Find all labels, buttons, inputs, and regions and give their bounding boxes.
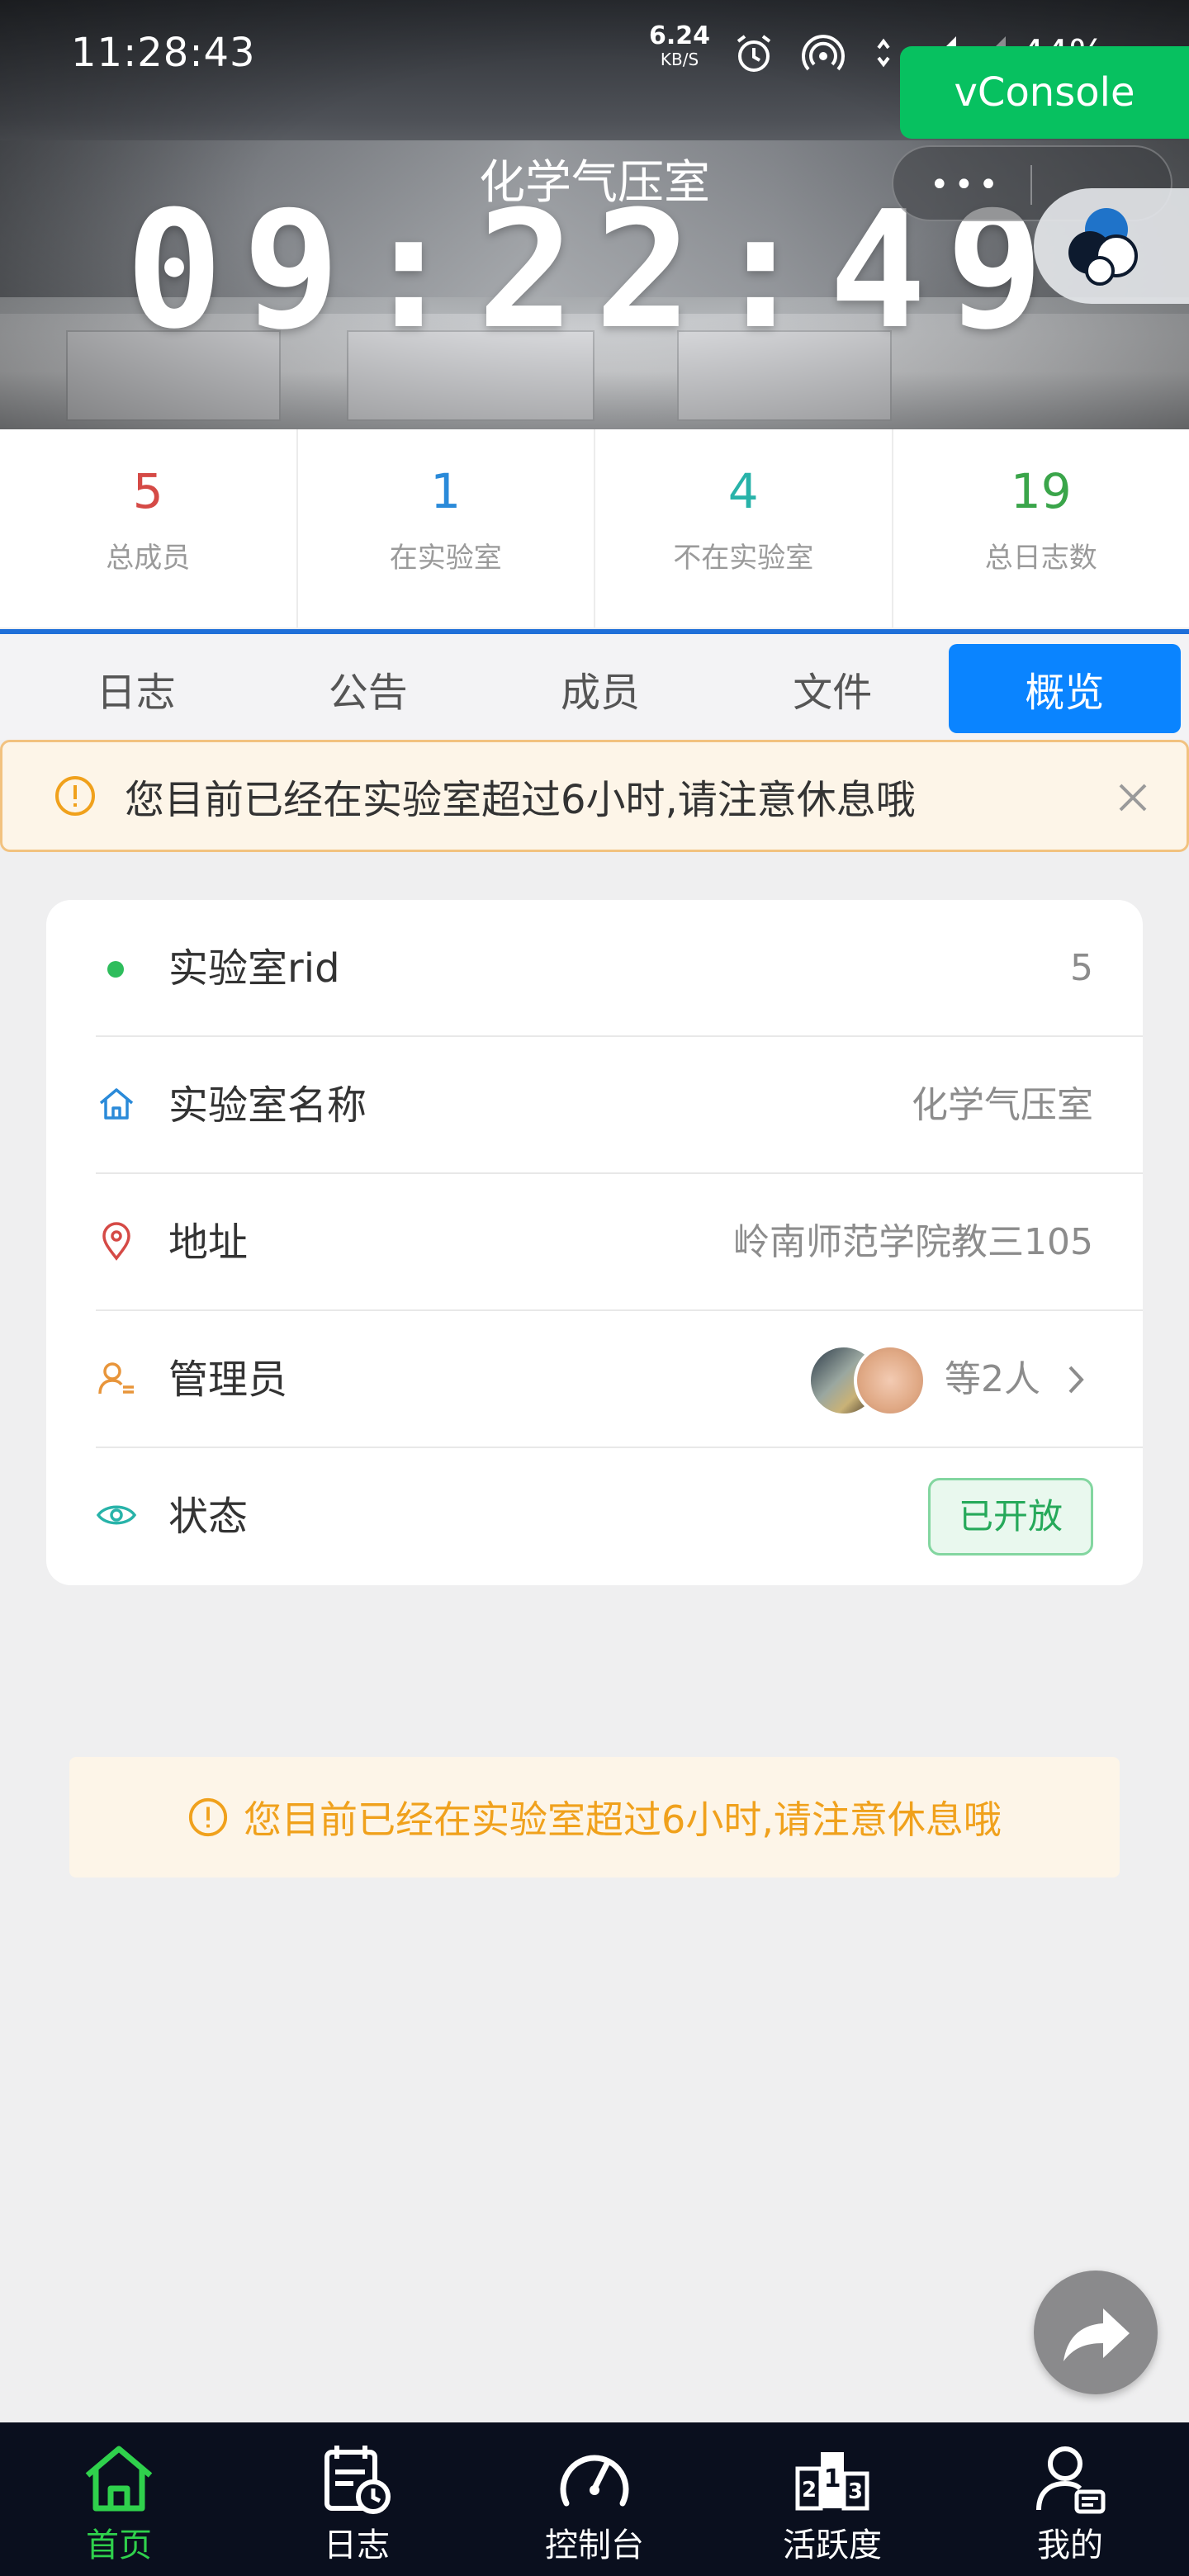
network-speed: 6.24 KB/S (649, 24, 710, 71)
warning-icon (188, 1797, 228, 1837)
tab-overview[interactable]: 概览 (948, 644, 1182, 733)
alarm-icon (737, 35, 771, 72)
nav-label: 控制台 (545, 2526, 644, 2564)
status-dot-icon (107, 961, 124, 978)
info-label: 状态 (168, 1494, 249, 1540)
status-badge: 已开放 (928, 1478, 1093, 1556)
log-calendar-icon (324, 2446, 391, 2514)
stat-not-in-lab[interactable]: 4 不在实验室 (595, 429, 893, 627)
info-label: 实验室名称 (168, 1082, 367, 1129)
warning-icon (55, 776, 95, 816)
inline-notice-text: 您目前已经在实验室超过6小时,请注意休息哦 (244, 1797, 1002, 1842)
stat-label: 在实验室 (389, 542, 502, 575)
info-label: 地址 (168, 1219, 249, 1266)
info-value: 化学气压室 (912, 1084, 1093, 1126)
home-icon (85, 2446, 153, 2512)
nav-profile[interactable]: 我的 (951, 2422, 1189, 2576)
network-speed-unit: KB/S (660, 50, 699, 69)
floating-app-logo[interactable] (1034, 188, 1189, 304)
svg-text:2: 2 (802, 2478, 817, 2503)
notice-text: 您目前已经在实验室超过6小时,请注意休息哦 (125, 777, 916, 823)
location-pin-icon (102, 1222, 130, 1261)
dashboard-gauge-icon (560, 2455, 629, 2507)
section-tabs: 日志 公告 成员 文件 概览 (0, 629, 1189, 740)
avatar (854, 1344, 926, 1417)
admin-avatars[interactable] (808, 1344, 931, 1417)
nav-log[interactable]: 日志 (238, 2422, 476, 2576)
stats-summary: 5 总成员 1 在实验室 4 不在实验室 19 总日志数 (0, 429, 1189, 627)
stat-value: 5 (132, 463, 163, 519)
admin-user-icon (98, 1362, 134, 1395)
close-icon[interactable] (1112, 777, 1153, 818)
nav-label: 日志 (324, 2526, 390, 2564)
stat-value: 1 (430, 463, 462, 519)
info-value: 岭南师范学院教三105 (733, 1221, 1093, 1263)
chevron-right-icon (1068, 1366, 1084, 1394)
stat-total-logs[interactable]: 19 总日志数 (893, 429, 1189, 627)
info-row-name: 实验室名称 化学气压室 (96, 1037, 1143, 1174)
info-row-admins[interactable]: 管理员 等2人 (96, 1311, 1143, 1448)
tab-members[interactable]: 成员 (484, 644, 716, 733)
vconsole-button[interactable]: vConsole (900, 46, 1189, 139)
stat-label: 总日志数 (984, 542, 1097, 575)
info-row-status: 状态 已开放 (96, 1448, 1143, 1585)
nav-label: 我的 (1037, 2526, 1103, 2564)
share-arrow-icon (1063, 2308, 1130, 2361)
info-row-rid: 实验室rid 5 (96, 900, 1143, 1037)
tab-files[interactable]: 文件 (717, 644, 949, 733)
stat-value: 19 (1010, 463, 1072, 519)
share-button[interactable] (1034, 2271, 1158, 2394)
nav-console[interactable]: 控制台 (476, 2422, 713, 2576)
stat-label: 总成员 (106, 542, 191, 575)
home-icon (99, 1088, 134, 1120)
rest-reminder-inline: 您目前已经在实验室超过6小时,请注意休息哦 (69, 1757, 1120, 1878)
svg-text:3: 3 (848, 2479, 863, 2504)
rest-reminder-notice: 您目前已经在实验室超过6小时,请注意休息哦 (0, 740, 1189, 852)
admin-count: 等2人 (945, 1358, 1040, 1400)
info-label: 管理员 (168, 1357, 288, 1403)
tab-logs[interactable]: 日志 (20, 644, 252, 733)
podium-icon: 2 1 3 (795, 2452, 869, 2511)
stat-total-members[interactable]: 5 总成员 (0, 429, 298, 627)
stat-label: 不在实验室 (673, 542, 814, 575)
capsule-divider (1030, 165, 1032, 205)
profile-icon (1036, 2446, 1106, 2514)
network-speed-value: 6.24 (649, 21, 711, 50)
more-options-icon[interactable]: ••• (930, 168, 1003, 201)
eye-icon (96, 1505, 137, 1525)
lab-info-card: 实验室rid 5 实验室名称 化学气压室 地址 岭南师范学院教三105 管理员 … (46, 900, 1143, 1585)
stat-in-lab[interactable]: 1 在实验室 (298, 429, 595, 627)
nav-label: 首页 (86, 2526, 152, 2564)
info-row-address: 地址 岭南师范学院教三105 (96, 1174, 1143, 1311)
nav-label: 活跃度 (783, 2526, 882, 2564)
status-time: 11:28:43 (71, 30, 256, 76)
svg-text:1: 1 (824, 2465, 841, 2493)
info-value: 5 (1070, 947, 1093, 989)
app-logo-icon (1068, 208, 1138, 286)
info-label: 实验室rid (168, 945, 340, 992)
tab-announcements[interactable]: 公告 (252, 644, 484, 733)
hotspot-icon (802, 35, 845, 71)
stat-value: 4 (727, 463, 759, 519)
nav-activity[interactable]: 2 1 3 活跃度 (713, 2422, 951, 2576)
bottom-navigation: 首页 日志 控制台 2 1 3 活跃度 我的 (0, 2422, 1189, 2576)
nav-home[interactable]: 首页 (0, 2422, 238, 2576)
